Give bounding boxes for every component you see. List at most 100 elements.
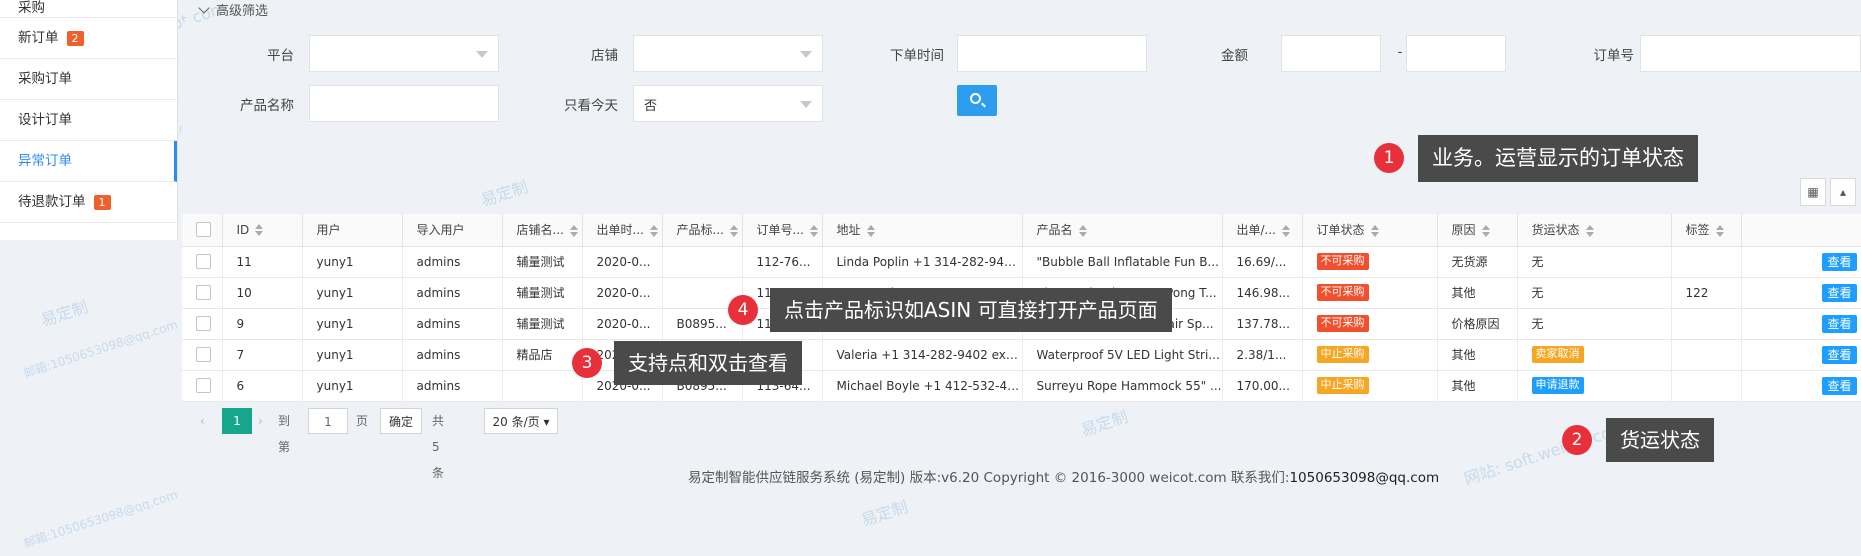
- row-select-cell[interactable]: [182, 370, 223, 402]
- sort-icon[interactable]: [1078, 224, 1087, 237]
- column-header[interactable]: 标签: [1671, 214, 1742, 247]
- column-header[interactable]: 货运状态: [1517, 214, 1672, 247]
- order-time-input[interactable]: [957, 35, 1147, 72]
- search-button[interactable]: [957, 85, 997, 116]
- cell-status: 中止采购: [1302, 339, 1438, 371]
- amount-min-input[interactable]: [1281, 35, 1381, 72]
- sort-icon[interactable]: [1370, 224, 1379, 237]
- today-only-select[interactable]: 否: [633, 85, 823, 122]
- table-row[interactable]: 11 yuny1 admins 辅量测试 2020-0... 112-76... Linda…: [182, 246, 1861, 278]
- column-header[interactable]: 订单状态: [1302, 214, 1438, 247]
- status-badge: 中止采购: [1316, 346, 1369, 363]
- row-checkbox[interactable]: [196, 347, 211, 362]
- sort-icon[interactable]: [569, 224, 578, 237]
- row-select-cell[interactable]: [182, 277, 223, 309]
- page-size-select[interactable]: 20 条/页 ▾: [484, 408, 558, 434]
- view-button[interactable]: 查看: [1822, 252, 1857, 271]
- cell-product: Waterproof 5V LED Light Stri...: [1022, 339, 1223, 371]
- sort-icon[interactable]: [1585, 224, 1594, 237]
- cell-importer: admins: [402, 339, 503, 371]
- cell-asin[interactable]: [662, 246, 743, 278]
- table-header-row: ID 用户 导入用户 店铺名... 出单时... 产品标... 订单号... 地…: [182, 214, 1861, 247]
- column-header[interactable]: 出单时...: [582, 214, 663, 247]
- sort-icon[interactable]: [1282, 224, 1290, 237]
- advanced-filter-label: 高级筛选: [216, 4, 269, 19]
- cell-time: 2020-0...: [582, 246, 663, 278]
- view-button[interactable]: 查看: [1822, 283, 1857, 302]
- cell-time: 2020-0...: [582, 277, 663, 309]
- search-icon: [970, 93, 981, 104]
- sidebar-item-label: 异常订单: [18, 153, 72, 169]
- prev-page-icon[interactable]: ‹: [200, 408, 216, 434]
- cell-importer: admins: [402, 246, 503, 278]
- cell-ship: 无: [1517, 308, 1672, 340]
- sort-icon[interactable]: [649, 224, 658, 237]
- sort-icon[interactable]: [866, 224, 875, 237]
- column-header[interactable]: 出单/...: [1222, 214, 1303, 247]
- status-badge: 不可采购: [1316, 253, 1369, 270]
- product-name-input[interactable]: [309, 85, 499, 122]
- next-page-icon[interactable]: ›: [258, 408, 272, 434]
- sort-icon[interactable]: [255, 224, 264, 237]
- row-checkbox[interactable]: [196, 285, 211, 300]
- column-header[interactable]: 订单号...: [742, 214, 823, 247]
- row-select-cell[interactable]: [182, 339, 223, 371]
- column-header[interactable]: 原因: [1437, 214, 1518, 247]
- row-select-cell[interactable]: [182, 246, 223, 278]
- cell-status: 不可采购: [1302, 308, 1438, 340]
- footer: 易定制智能供应链服务系统 (易定制) 版本:v6.20 Copyright © …: [688, 466, 1439, 486]
- order-no-input[interactable]: [1640, 35, 1861, 72]
- select-all-cell[interactable]: [182, 214, 223, 247]
- cell-ship: 卖家取消: [1517, 339, 1672, 371]
- sidebar-item-pending-refund[interactable]: 待退款订单 1: [0, 182, 177, 223]
- cell-user: yuny1: [302, 308, 403, 340]
- sidebar-item-new-orders[interactable]: 新订单 2: [0, 18, 177, 59]
- row-checkbox[interactable]: [196, 378, 211, 393]
- page-number-current[interactable]: 1: [222, 408, 252, 434]
- platform-select[interactable]: [309, 35, 499, 72]
- sidebar-item-design-orders[interactable]: 设计订单: [0, 100, 177, 141]
- column-header[interactable]: 导入用户: [402, 214, 503, 247]
- goto-label: 到第: [278, 414, 291, 454]
- goto-confirm-button[interactable]: 确定: [380, 408, 422, 434]
- cell-address: Linda Poplin +1 314-282-940...: [822, 246, 1023, 278]
- column-header[interactable]: 产品名: [1022, 214, 1223, 247]
- column-header[interactable]: 店铺名...: [502, 214, 583, 247]
- sidebar-item-purchase-orders[interactable]: 采购订单: [0, 59, 177, 100]
- column-header[interactable]: 地址: [822, 214, 1023, 247]
- amount-max-input[interactable]: [1406, 35, 1506, 72]
- table-row[interactable]: 7yuny1admins精品店2020-0...B0895...11-07...…: [182, 339, 1861, 371]
- sort-icon[interactable]: [809, 224, 818, 237]
- view-button[interactable]: 查看: [1822, 314, 1857, 333]
- cell-reason: 其他: [1437, 339, 1518, 371]
- column-header[interactable]: ID: [222, 214, 303, 247]
- cell-price: 16.69/...: [1222, 246, 1303, 278]
- cell-store: 辅量测试: [502, 277, 583, 309]
- goto-page-input[interactable]: 1: [308, 408, 348, 434]
- store-select[interactable]: [633, 35, 823, 72]
- sidebar-item-label: 新订单: [18, 30, 59, 46]
- footer-contact[interactable]: 1050653098@qq.com: [1289, 470, 1439, 486]
- select-all-checkbox[interactable]: [196, 222, 211, 238]
- today-only-label: 只看今天: [564, 98, 618, 114]
- columns-icon[interactable]: ▦: [1800, 178, 1826, 206]
- row-checkbox[interactable]: [196, 254, 211, 269]
- row-checkbox[interactable]: [196, 316, 211, 331]
- advanced-filter-toggle[interactable]: 高级筛选: [198, 0, 269, 19]
- export-icon[interactable]: ▴: [1830, 178, 1856, 206]
- column-header[interactable]: 用户: [302, 214, 403, 247]
- table-row[interactable]: 6 yuny1 admins 2020-0... B0895... 113-64... Mi…: [182, 370, 1861, 402]
- watermark: 邮箱:1050653098@qq.com: [21, 487, 180, 551]
- row-select-cell[interactable]: [182, 308, 223, 340]
- sort-icon[interactable]: [1481, 224, 1490, 237]
- sidebar-item-abnormal-orders[interactable]: 异常订单: [0, 141, 177, 182]
- column-header[interactable]: 产品标...: [662, 214, 743, 247]
- page-size-value: 20 条/页: [492, 415, 540, 429]
- callout-shipping-status: 货运状态: [1606, 418, 1714, 462]
- sort-icon[interactable]: [729, 224, 738, 237]
- callout-number: 4: [728, 295, 758, 325]
- cell-price: 2.38/1...: [1222, 339, 1303, 371]
- view-button[interactable]: 查看: [1822, 345, 1857, 364]
- sort-icon[interactable]: [1715, 224, 1724, 237]
- view-button[interactable]: 查看: [1822, 376, 1857, 395]
